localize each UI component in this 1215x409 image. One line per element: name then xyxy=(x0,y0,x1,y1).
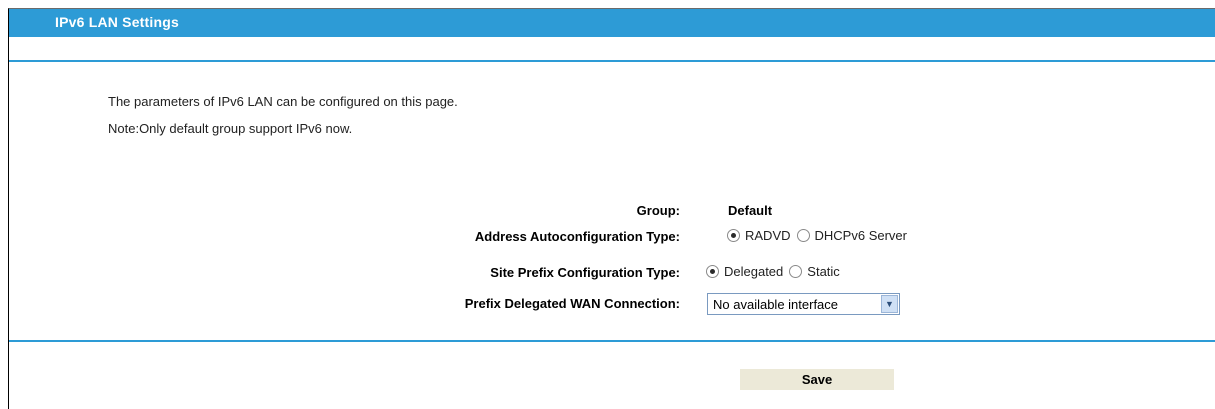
settings-panel: IPv6 LAN Settings The parameters of IPv6… xyxy=(8,8,1215,409)
prefix-wan-selected: No available interface xyxy=(713,296,839,312)
description-text: The parameters of IPv6 LAN can be config… xyxy=(108,94,458,109)
site-prefix-label: Site Prefix Configuration Type: xyxy=(490,265,680,280)
radvd-label: RADVD xyxy=(745,228,791,243)
radvd-radio[interactable] xyxy=(727,229,740,242)
chevron-down-icon[interactable]: ▼ xyxy=(881,295,898,313)
page-title: IPv6 LAN Settings xyxy=(55,14,179,30)
top-divider xyxy=(9,60,1215,62)
prefix-wan-select[interactable]: No available interface ▼ xyxy=(707,293,900,315)
static-radio[interactable] xyxy=(789,265,803,278)
address-autoconfig-label: Address Autoconfiguration Type: xyxy=(474,229,680,244)
save-button[interactable]: Save xyxy=(740,369,894,390)
static-label: Static xyxy=(807,264,840,279)
bottom-divider xyxy=(9,340,1215,342)
group-value: Default xyxy=(728,203,773,218)
delegated-radio[interactable] xyxy=(706,265,719,278)
title-bar: IPv6 LAN Settings xyxy=(9,9,1215,37)
dhcpv6-server-radio[interactable] xyxy=(796,229,810,242)
note-text: Note:Only default group support IPv6 now… xyxy=(108,121,353,136)
site-prefix-options: Delegated Static xyxy=(706,264,846,279)
prefix-wan-label: Prefix Delegated WAN Connection: xyxy=(464,296,680,311)
address-autoconfig-options: RADVD DHCPv6 Server xyxy=(727,228,913,243)
group-label: Group: xyxy=(636,203,680,218)
delegated-label: Delegated xyxy=(724,264,784,279)
dhcpv6-server-label: DHCPv6 Server xyxy=(814,228,907,243)
